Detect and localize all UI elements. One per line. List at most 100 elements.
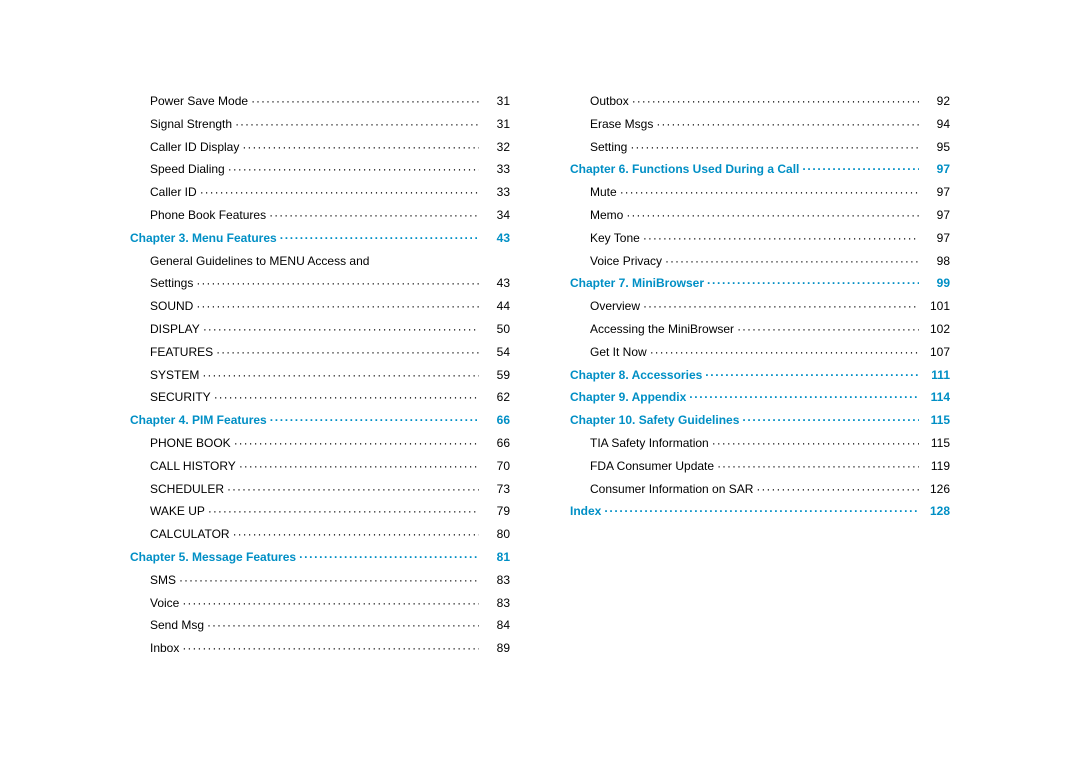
toc-leader	[179, 569, 479, 592]
toc-label: WAKE UP	[150, 500, 205, 523]
toc-entry: Key Tone 97	[570, 227, 950, 250]
toc-label: Mute	[590, 181, 617, 204]
toc-label: Voice	[150, 592, 179, 615]
toc-label: Chapter 9. Appendix	[570, 386, 686, 409]
toc-leader	[200, 181, 479, 204]
toc-entry: CALCULATOR 80	[130, 523, 510, 546]
toc-label: Send Msg	[150, 614, 204, 637]
toc-page-number: 81	[482, 546, 510, 569]
toc-page-number: 119	[922, 455, 950, 478]
toc-label: Settings	[150, 272, 193, 295]
toc-label: Inbox	[150, 637, 179, 660]
toc-label: Phone Book Features	[150, 204, 266, 227]
toc-leader	[202, 364, 479, 387]
toc-label: Accessing the MiniBrowser	[590, 318, 734, 341]
toc-entry: Speed Dialing 33	[130, 158, 510, 181]
toc-leader	[280, 227, 479, 250]
toc-entry: Overview 101	[570, 295, 950, 318]
toc-page-number: 66	[482, 432, 510, 455]
toc-label: Caller ID	[150, 181, 197, 204]
toc-page-number: 31	[482, 90, 510, 113]
toc-page-number: 94	[922, 113, 950, 136]
toc-label: Chapter 5. Message Features	[130, 546, 296, 569]
toc-leader	[299, 546, 479, 569]
toc-leader	[707, 272, 919, 295]
toc-label: Speed Dialing	[150, 158, 225, 181]
toc-column-left: Power Save Mode 31Signal Strength 31 Caller…	[100, 90, 540, 660]
toc-entry: General Guidelines to MENU Access and	[130, 250, 510, 273]
toc-entry: WAKE UP 79	[130, 500, 510, 523]
toc-leader	[626, 204, 919, 227]
toc-heading: Chapter 6. Functions Used During a Call9…	[570, 158, 950, 181]
toc-page-number: 80	[482, 523, 510, 546]
toc-leader	[689, 386, 919, 409]
toc-label: Overview	[590, 295, 640, 318]
toc-leader	[233, 523, 479, 546]
toc-entry: Voice Privacy98	[570, 250, 950, 273]
toc-label: Chapter 3. Menu Features	[130, 227, 277, 250]
toc-page-number: 79	[482, 500, 510, 523]
toc-page-number: 62	[482, 386, 510, 409]
toc-leader	[235, 113, 479, 136]
toc-entry: FDA Consumer Update 119	[570, 455, 950, 478]
toc-label: Key Tone	[590, 227, 640, 250]
toc-entry: Mute97	[570, 181, 950, 204]
toc-label: PHONE BOOK	[150, 432, 231, 455]
toc-label: FDA Consumer Update	[590, 455, 714, 478]
toc-leader	[630, 136, 919, 159]
toc-leader	[208, 500, 479, 523]
toc-label: CALCULATOR	[150, 523, 230, 546]
toc-page-number: 101	[922, 295, 950, 318]
toc-leader	[251, 90, 479, 113]
toc-heading: Chapter 9. Appendix114	[570, 386, 950, 409]
toc-heading: Chapter 7. MiniBrowser99	[570, 272, 950, 295]
toc-leader	[269, 204, 479, 227]
toc-entry: Accessing the MiniBrowser 102	[570, 318, 950, 341]
toc-leader	[742, 409, 919, 432]
toc-heading: Chapter 3. Menu Features43	[130, 227, 510, 250]
toc-entry: Power Save Mode 31	[130, 90, 510, 113]
toc-label: Signal Strength	[150, 113, 232, 136]
toc-leader	[665, 250, 919, 273]
toc-leader	[620, 181, 919, 204]
toc-entry: SCHEDULER73	[130, 478, 510, 501]
toc-leader	[182, 637, 479, 660]
toc-leader	[196, 272, 479, 295]
toc-leader	[182, 592, 479, 615]
toc-heading: Chapter 4. PIM Features66	[130, 409, 510, 432]
toc-entry: Caller ID Display32	[130, 136, 510, 159]
toc-label: SCHEDULER	[150, 478, 224, 501]
toc-page-number: 111	[922, 364, 950, 387]
toc-label: Power Save Mode	[150, 90, 248, 113]
toc-leader	[712, 432, 919, 455]
toc-page-number: 115	[922, 432, 950, 455]
toc-entry: Memo97	[570, 204, 950, 227]
toc-page-number: 83	[482, 592, 510, 615]
toc-leader	[756, 478, 919, 501]
toc-page-number: 102	[922, 318, 950, 341]
toc-leader	[802, 158, 919, 181]
toc-label: Voice Privacy	[590, 250, 662, 273]
toc-entry: TIA Safety Information115	[570, 432, 950, 455]
toc-page-number: 33	[482, 158, 510, 181]
toc-leader	[604, 500, 919, 523]
toc-page-number: 59	[482, 364, 510, 387]
toc-label: Chapter 7. MiniBrowser	[570, 272, 704, 295]
toc-page-number: 44	[482, 295, 510, 318]
toc-entry: Get It Now107	[570, 341, 950, 364]
toc-column-right: Outbox92Erase Msgs94Setting95Chapter 6. …	[540, 90, 980, 660]
toc-leader	[643, 295, 919, 318]
toc-label: Chapter 8. Accessories	[570, 364, 702, 387]
toc-leader	[650, 341, 919, 364]
toc-label: General Guidelines to MENU Access and	[150, 250, 369, 273]
toc-label: Outbox	[590, 90, 629, 113]
toc-page-number: 126	[922, 478, 950, 501]
toc-leader	[214, 386, 479, 409]
toc-page-number: 66	[482, 409, 510, 432]
toc-page-number: 95	[922, 136, 950, 159]
toc-page-number: 92	[922, 90, 950, 113]
toc-label: DISPLAY	[150, 318, 200, 341]
toc-leader	[656, 113, 919, 136]
toc-page-number: 97	[922, 227, 950, 250]
toc-entry: SECURITY62	[130, 386, 510, 409]
